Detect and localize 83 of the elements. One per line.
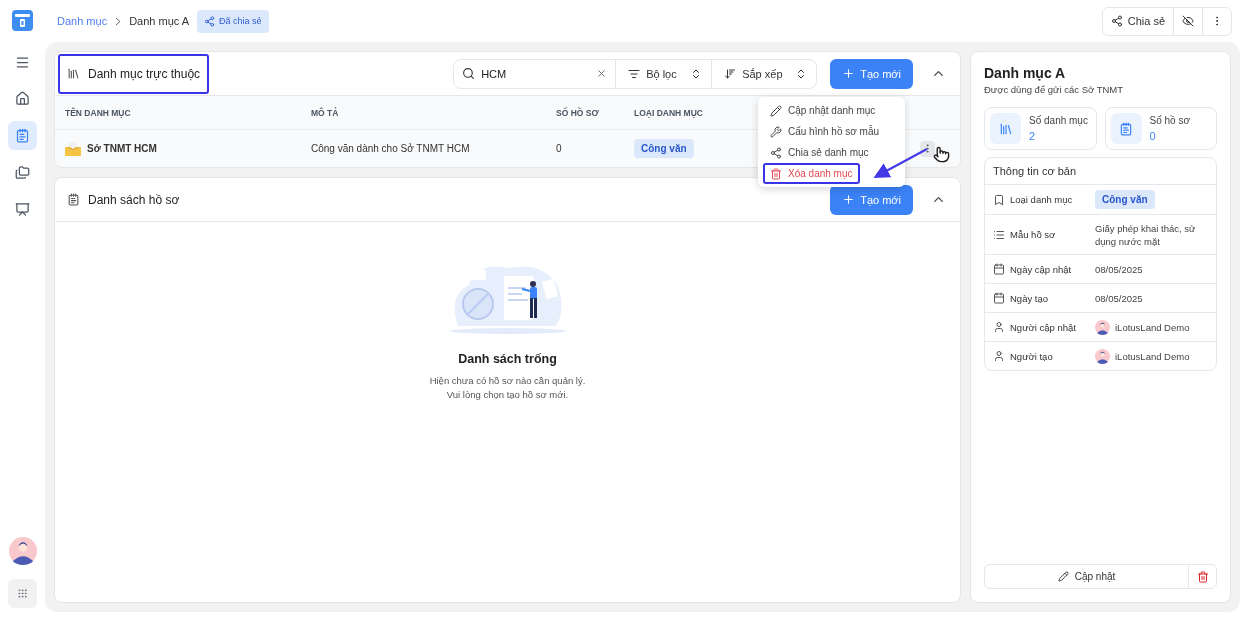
- stat-label: Số danh mục: [1029, 115, 1088, 126]
- share-icon: [204, 15, 216, 27]
- pencil-icon: [1057, 571, 1069, 582]
- plus-icon: [842, 193, 856, 206]
- info-heading: Thông tin cơ bản: [985, 158, 1216, 185]
- search-field[interactable]: HCM: [481, 67, 591, 80]
- detail-title: Danh mục A: [984, 65, 1067, 81]
- app-logo[interactable]: [12, 10, 33, 31]
- breadcrumb-current: Danh mục A: [129, 15, 190, 27]
- category-tag: Công văn: [1095, 190, 1155, 209]
- user-icon: [993, 350, 1005, 362]
- info-label: Người cập nhật: [1010, 321, 1077, 333]
- empty-message: Hiện chưa có hồ sơ nào cần quản lý.: [429, 375, 586, 386]
- notepad-icon: [1119, 121, 1133, 136]
- table-cell: Sở TNMT HCM: [87, 143, 157, 154]
- wrench-icon: [770, 125, 782, 138]
- menu-icon[interactable]: [15, 55, 30, 70]
- category-tag: Công văn: [634, 139, 694, 158]
- table-cell: Công văn dành cho Sở TNMT HCM: [311, 143, 470, 154]
- avatar: [8, 537, 37, 565]
- section-title: Danh mục trực thuộc: [58, 53, 210, 94]
- column-header: MÔ TẢ: [311, 107, 339, 118]
- notepad-icon: [15, 128, 30, 143]
- create-button[interactable]: Tạo mới: [830, 58, 913, 89]
- menu-item[interactable]: Chia sẻ danh mục: [763, 142, 900, 163]
- menu-item[interactable]: Xóa danh mục: [763, 163, 860, 184]
- column-header: SỐ HỒ SƠ: [556, 107, 599, 118]
- detail-subtitle: Được dùng để gửi các Sở TNMT: [984, 84, 1125, 95]
- section-title: Danh sách hồ sơ: [88, 192, 180, 207]
- avatar: [1095, 348, 1110, 364]
- info-value: Giấy phép khai thác, sử dụng nước mặt: [1095, 221, 1197, 248]
- grid-icon: [17, 588, 28, 599]
- avatar: [1095, 319, 1110, 335]
- search-icon: [462, 67, 476, 80]
- stat-value: 0: [1149, 130, 1157, 142]
- home-icon: [15, 91, 30, 106]
- table-cell: 0: [556, 143, 562, 154]
- user-icon: [993, 321, 1005, 333]
- eye-off-icon: [1182, 15, 1194, 27]
- bookmark-icon: [993, 193, 1005, 206]
- hand-cursor-icon: [933, 146, 950, 163]
- trash-icon: [770, 167, 782, 180]
- folders-icon: [15, 165, 30, 180]
- info-value: iLotusLand Demo: [1115, 320, 1190, 334]
- info-label: Người tạo: [1010, 350, 1054, 362]
- column-header: LOẠI DANH MỤC: [634, 107, 703, 118]
- filter-dropdown[interactable]: Bộ lọc: [616, 59, 713, 88]
- menu-item[interactable]: Cấu hình hồ sơ mẫu: [763, 121, 900, 142]
- chevron-right-icon: [115, 16, 122, 26]
- folder-icon: [65, 141, 81, 156]
- sort-icon: [724, 67, 737, 80]
- info-value: 08/05/2025: [1095, 291, 1144, 305]
- plus-icon: [842, 67, 856, 80]
- filter-icon: [628, 67, 641, 80]
- shared-badge[interactable]: Đã chia sẻ: [197, 9, 269, 33]
- presentation-icon: [15, 202, 30, 217]
- notepad-icon: [67, 193, 80, 206]
- info-value: iLotusLand Demo: [1115, 349, 1190, 363]
- calendar-icon: [993, 263, 1005, 275]
- books-icon: [998, 121, 1013, 136]
- info-label: Ngày tạo: [1010, 292, 1050, 304]
- info-label: Loại danh mục: [1010, 194, 1074, 205]
- clear-icon[interactable]: [596, 68, 608, 79]
- pencil-icon: [770, 104, 782, 117]
- row-menu-button[interactable]: [920, 140, 935, 157]
- info-value: 08/05/2025: [1095, 262, 1144, 276]
- list-icon: [993, 228, 1005, 241]
- stat-value: 2: [1029, 130, 1037, 142]
- share-icon: [1110, 15, 1123, 27]
- menu-item[interactable]: Cập nhật danh mục: [763, 100, 900, 121]
- empty-message: Vui lòng chọn tạo hồ sơ mới.: [446, 389, 569, 400]
- share-icon: [770, 146, 782, 159]
- empty-title: Danh sách trống: [458, 352, 557, 366]
- info-label: Ngày cập nhật: [1010, 263, 1073, 275]
- books-icon: [67, 67, 80, 80]
- nav-item[interactable]: [8, 121, 37, 150]
- stat-label: Số hồ sơ: [1149, 115, 1190, 126]
- sort-dropdown[interactable]: Sắp xếp: [712, 59, 817, 88]
- column-header: TÊN DANH MỤC: [65, 107, 131, 118]
- info-label: Mẫu hồ sơ: [1010, 229, 1057, 240]
- calendar-icon: [993, 292, 1005, 304]
- trash-icon: [1196, 570, 1209, 583]
- breadcrumb-link[interactable]: Danh mục: [57, 15, 108, 27]
